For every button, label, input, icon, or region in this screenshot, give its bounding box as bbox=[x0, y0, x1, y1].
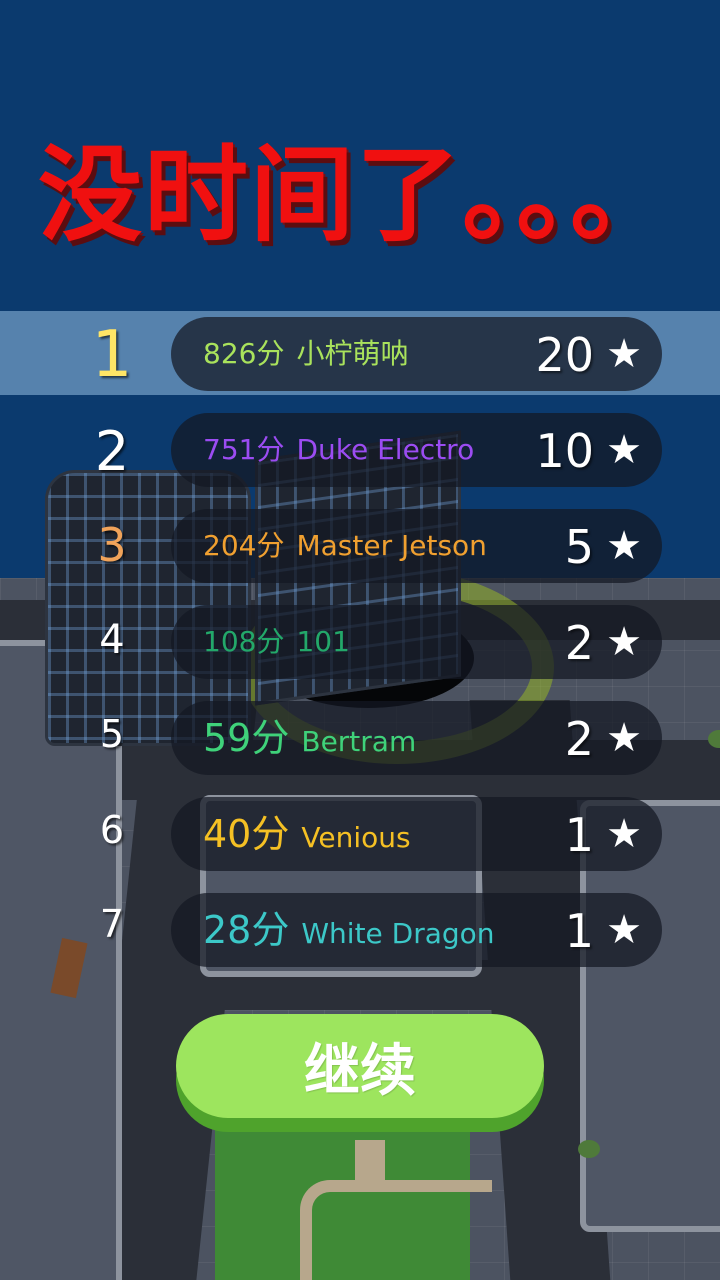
rank-number: 1 bbox=[91, 318, 133, 392]
player-entry: 826分 小柠萌呐 bbox=[203, 317, 408, 391]
star-icon: ★ bbox=[606, 427, 642, 473]
rank-number: 4 bbox=[99, 617, 125, 663]
rank-number: 2 bbox=[94, 420, 130, 483]
star-count: 2 bbox=[564, 616, 594, 670]
player-score: 204分 bbox=[203, 529, 285, 562]
star-count: 2 bbox=[564, 712, 594, 766]
rank-number: 7 bbox=[99, 902, 125, 946]
rank-number: 6 bbox=[99, 808, 125, 852]
star-icon: ★ bbox=[606, 811, 642, 857]
park-path bbox=[300, 1180, 492, 1280]
page-title: 没时间了。。。 bbox=[38, 134, 677, 256]
player-entry: 40分 Venious bbox=[203, 797, 411, 871]
star-count: 10 bbox=[535, 424, 594, 478]
leaderboard-row: 108分 101 2 ★ bbox=[171, 605, 662, 679]
player-name: 小柠萌呐 bbox=[296, 337, 409, 370]
player-name: White Dragon bbox=[301, 917, 495, 950]
leaderboard-row: 751分 Duke Electro 10 ★ bbox=[171, 413, 662, 487]
star-icon: ★ bbox=[606, 619, 642, 665]
leaderboard-row: 59分 Bertram 2 ★ bbox=[171, 701, 662, 775]
player-entry: 204分 Master Jetson bbox=[203, 509, 487, 583]
player-score: 59分 bbox=[203, 716, 290, 760]
player-score: 108分 bbox=[203, 625, 285, 658]
player-entry: 108分 101 bbox=[203, 605, 350, 679]
star-icon: ★ bbox=[606, 331, 642, 377]
player-entry: 28分 White Dragon bbox=[203, 893, 495, 967]
leaderboard-row: 204分 Master Jetson 5 ★ bbox=[171, 509, 662, 583]
rank-number: 5 bbox=[99, 712, 125, 756]
leaderboard-row: 40分 Venious 1 ★ bbox=[171, 797, 662, 871]
player-name: 101 bbox=[296, 625, 350, 658]
tree bbox=[578, 1140, 600, 1158]
continue-button[interactable]: 继续 bbox=[176, 1014, 544, 1118]
player-name: Duke Electro bbox=[296, 433, 475, 466]
player-name: Venious bbox=[301, 821, 411, 854]
park-path bbox=[355, 1140, 385, 1190]
rank-number: 3 bbox=[97, 518, 127, 572]
player-entry: 59分 Bertram bbox=[203, 701, 416, 775]
player-name: Bertram bbox=[301, 725, 417, 758]
player-score: 28分 bbox=[203, 908, 290, 952]
player-name: Master Jetson bbox=[296, 529, 487, 562]
star-icon: ★ bbox=[606, 715, 642, 761]
star-count: 5 bbox=[564, 520, 594, 574]
star-icon: ★ bbox=[606, 523, 642, 569]
star-count: 1 bbox=[564, 808, 594, 862]
star-count: 20 bbox=[535, 328, 594, 382]
star-count: 1 bbox=[564, 904, 594, 958]
star-icon: ★ bbox=[606, 907, 642, 953]
leaderboard-row: 28分 White Dragon 1 ★ bbox=[171, 893, 662, 967]
player-score: 40分 bbox=[203, 812, 290, 856]
player-entry: 751分 Duke Electro bbox=[203, 413, 474, 487]
leaderboard-row: 826分 小柠萌呐 20 ★ bbox=[171, 317, 662, 391]
player-score: 826分 bbox=[203, 337, 285, 370]
player-score: 751分 bbox=[203, 433, 285, 466]
